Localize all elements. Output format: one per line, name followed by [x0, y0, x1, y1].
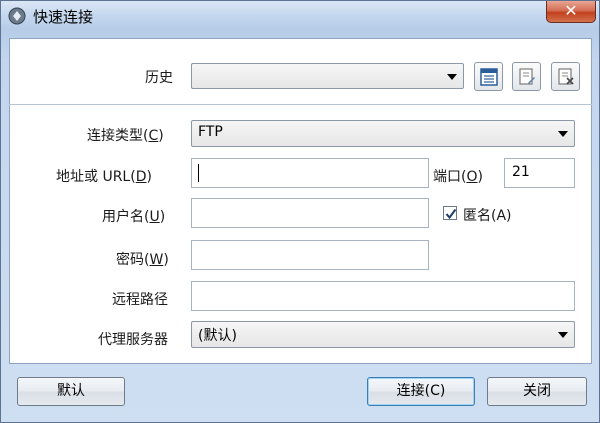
chevron-down-icon: [558, 332, 568, 338]
delete-history-button[interactable]: [551, 62, 580, 91]
window-title: 快速连接: [33, 8, 94, 26]
address-input[interactable]: [191, 158, 429, 188]
default-button[interactable]: 默认: [17, 377, 125, 406]
anonymous-checkbox[interactable]: [443, 206, 457, 220]
port-input[interactable]: 21: [504, 158, 575, 188]
checkmark-icon: [445, 208, 457, 220]
list-icon: [480, 68, 498, 86]
chevron-down-icon: [558, 131, 568, 137]
port-value: 21: [512, 164, 530, 180]
document-delete-icon: [558, 68, 574, 85]
text-caret: [198, 164, 199, 182]
port-label: 端口(O): [433, 169, 483, 185]
app-icon: [7, 6, 27, 26]
connection-type-select[interactable]: FTP: [191, 120, 575, 147]
remote-path-label: 远程路径: [112, 292, 168, 308]
connect-button[interactable]: 连接(C): [367, 377, 475, 406]
title-bar: 快速连接 ✕: [1, 1, 599, 31]
history-label: 历史: [145, 70, 173, 86]
history-select[interactable]: [191, 63, 464, 89]
window-close-button[interactable]: ✕: [546, 1, 596, 23]
document-edit-icon: [519, 68, 535, 85]
quick-connect-dialog: 快速连接 ✕ 历史 连接类型(C) FTP 地址或 URL(D) 端口(O) 2…: [0, 0, 600, 423]
username-input[interactable]: [191, 198, 429, 228]
chevron-down-icon: [447, 74, 457, 80]
proxy-value: (默认): [198, 328, 237, 344]
address-label: 地址或 URL(D): [56, 169, 152, 185]
anonymous-label: 匿名(A): [463, 208, 512, 224]
password-input[interactable]: [191, 240, 429, 270]
connection-type-value: FTP: [198, 124, 223, 140]
close-button[interactable]: 关闭: [487, 377, 587, 406]
username-label: 用户名(U): [102, 209, 166, 225]
manage-history-button[interactable]: [474, 62, 503, 91]
connection-type-label: 连接类型(C): [87, 128, 164, 144]
password-label: 密码(W): [116, 252, 169, 268]
save-history-button[interactable]: [512, 62, 541, 91]
section-divider: [9, 104, 592, 105]
proxy-label: 代理服务器: [98, 332, 168, 348]
proxy-select[interactable]: (默认): [191, 321, 575, 348]
remote-path-input[interactable]: [191, 281, 575, 311]
